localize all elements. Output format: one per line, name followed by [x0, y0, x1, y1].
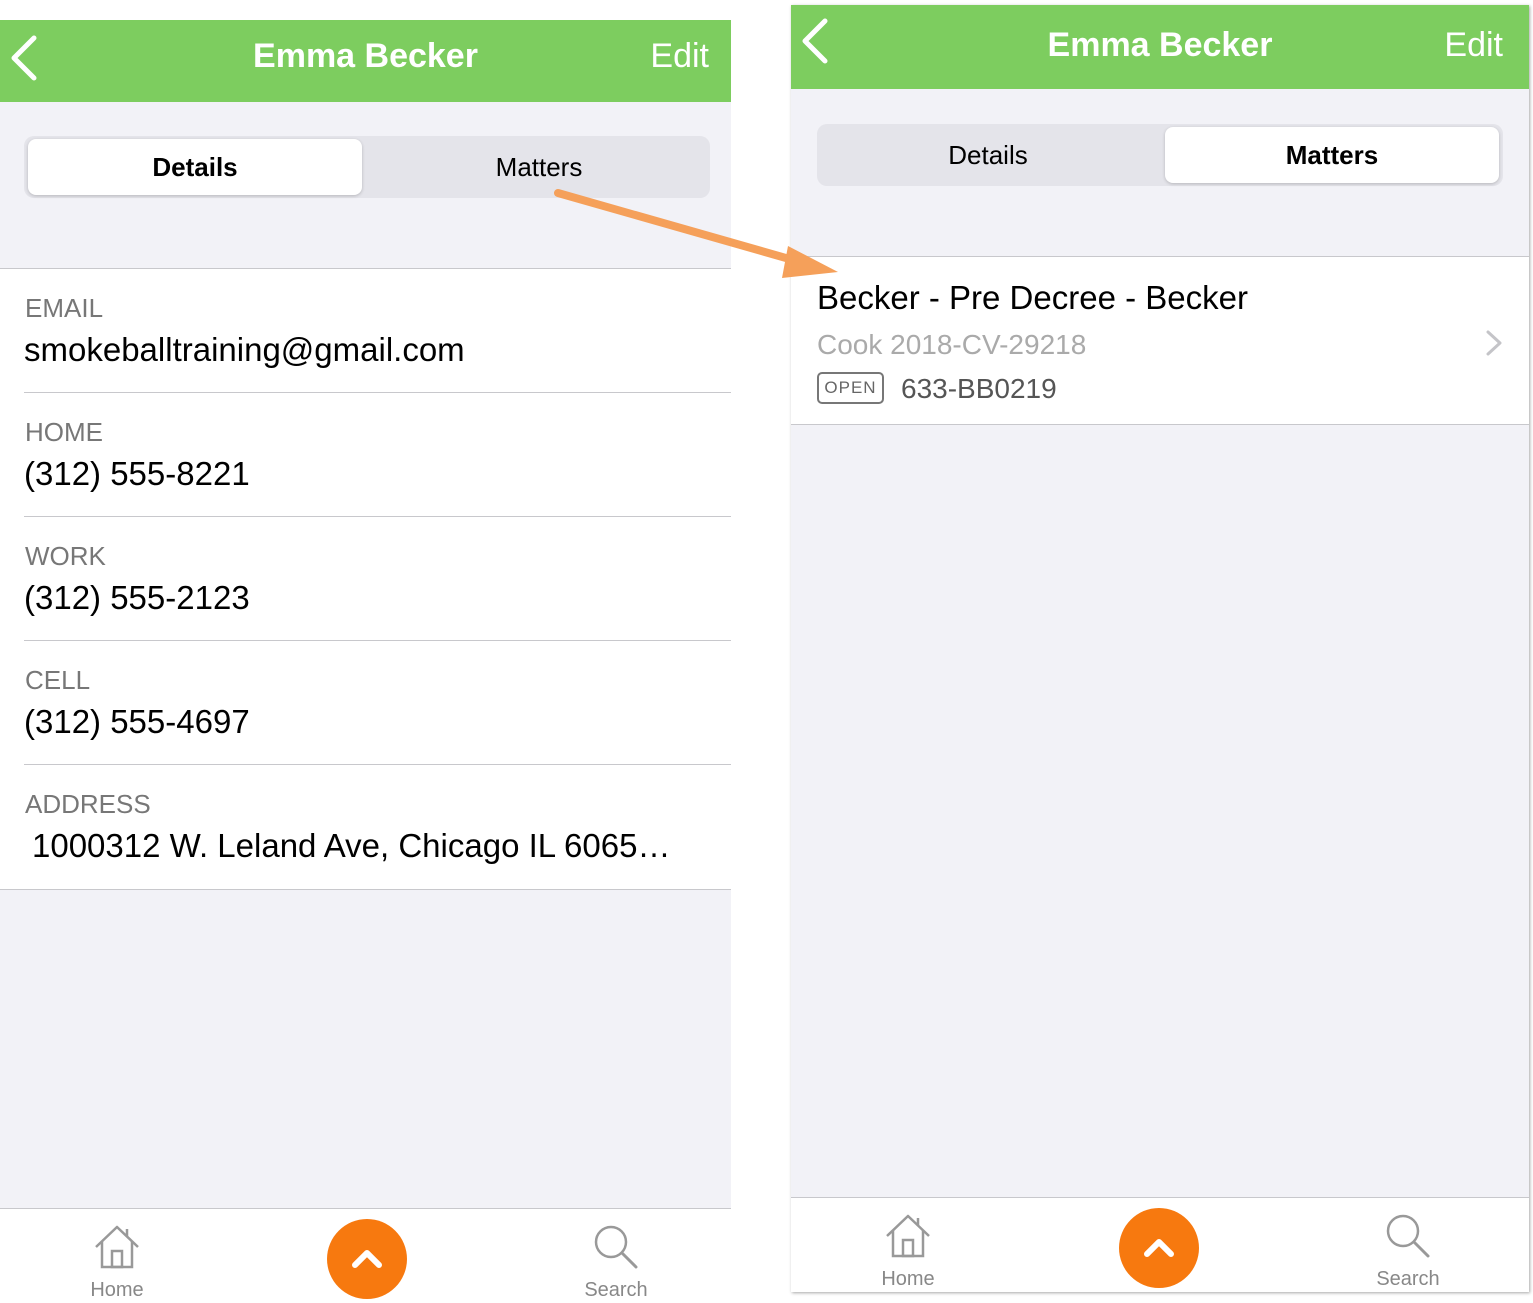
detail-label: EMAIL	[25, 293, 104, 323]
tab-home[interactable]: Home	[833, 1198, 983, 1292]
tab-search[interactable]: Search	[1333, 1198, 1483, 1292]
tab-bar: Home Search	[791, 1197, 1529, 1292]
tab-bar: Home Search	[0, 1208, 731, 1303]
tab-matters[interactable]: Matters	[372, 139, 706, 195]
matter-list-item[interactable]: Becker - Pre Decree - Becker Cook 2018-C…	[791, 256, 1529, 425]
matter-title: Becker - Pre Decree - Becker	[817, 279, 1248, 316]
tab-search-label: Search	[1376, 1268, 1440, 1290]
contact-details-screen: Emma Becker Edit Details Matters EMAIL s…	[0, 20, 731, 1303]
segmented-control: Details Matters	[24, 136, 710, 198]
detail-label: ADDRESS	[25, 789, 151, 819]
status-badge: OPEN	[817, 372, 884, 404]
detail-row-email: EMAIL smokeballtraining@gmail.com	[24, 269, 731, 393]
tab-details[interactable]: Details	[821, 127, 1155, 183]
tab-details[interactable]: Details	[28, 139, 362, 195]
tab-matters[interactable]: Matters	[1165, 127, 1499, 183]
detail-label: WORK	[25, 541, 106, 571]
edit-button[interactable]: Edit	[650, 20, 709, 102]
tab-home[interactable]: Home	[42, 1209, 192, 1303]
navigation-bar: Emma Becker Edit	[791, 5, 1529, 89]
magnifier-icon	[594, 1225, 638, 1269]
address-value[interactable]: 1000312 W. Leland Ave, Chicago IL 6065…	[32, 827, 670, 865]
detail-row-address: ADDRESS 1000312 W. Leland Ave, Chicago I…	[24, 765, 731, 889]
chevron-up-icon	[352, 1250, 382, 1268]
matter-subtitle: Cook 2018-CV-29218	[817, 329, 1087, 360]
magnifier-icon	[1386, 1214, 1430, 1258]
edit-button[interactable]: Edit	[1444, 5, 1503, 87]
matter-number: 633-BB0219	[901, 373, 1057, 404]
house-icon	[95, 1225, 139, 1269]
quick-actions-button[interactable]	[327, 1219, 407, 1299]
segmented-control: Details Matters	[817, 124, 1503, 186]
work-phone-value[interactable]: (312) 555-2123	[24, 579, 250, 617]
contact-detail-list: EMAIL smokeballtraining@gmail.com HOME (…	[0, 268, 731, 890]
back-button[interactable]	[799, 17, 835, 65]
tab-home-label: Home	[881, 1268, 935, 1290]
contact-matters-screen: Emma Becker Edit Details Matters Becker …	[791, 5, 1529, 1292]
detail-row-home: HOME (312) 555-8221	[24, 393, 731, 517]
chevron-left-icon	[802, 18, 828, 64]
chevron-left-icon	[11, 35, 37, 81]
detail-label: CELL	[25, 665, 91, 695]
home-phone-value[interactable]: (312) 555-8221	[24, 455, 250, 493]
chevron-right-icon	[1486, 330, 1502, 356]
detail-label: HOME	[25, 417, 103, 447]
quick-actions-button[interactable]	[1119, 1208, 1199, 1288]
detail-row-cell: CELL (312) 555-4697	[24, 641, 731, 765]
email-value[interactable]: smokeballtraining@gmail.com	[24, 331, 465, 369]
cell-phone-value[interactable]: (312) 555-4697	[24, 703, 250, 741]
detail-row-work: WORK (312) 555-2123	[24, 517, 731, 641]
tab-home-label: Home	[90, 1279, 144, 1301]
page-title: Emma Becker	[253, 37, 478, 75]
tab-search-label: Search	[584, 1279, 648, 1301]
house-icon	[886, 1214, 930, 1258]
back-button[interactable]	[8, 34, 44, 82]
tab-search[interactable]: Search	[541, 1209, 691, 1303]
page-title: Emma Becker	[1047, 26, 1273, 64]
navigation-bar: Emma Becker Edit	[0, 20, 731, 102]
chevron-up-icon	[1144, 1239, 1174, 1257]
